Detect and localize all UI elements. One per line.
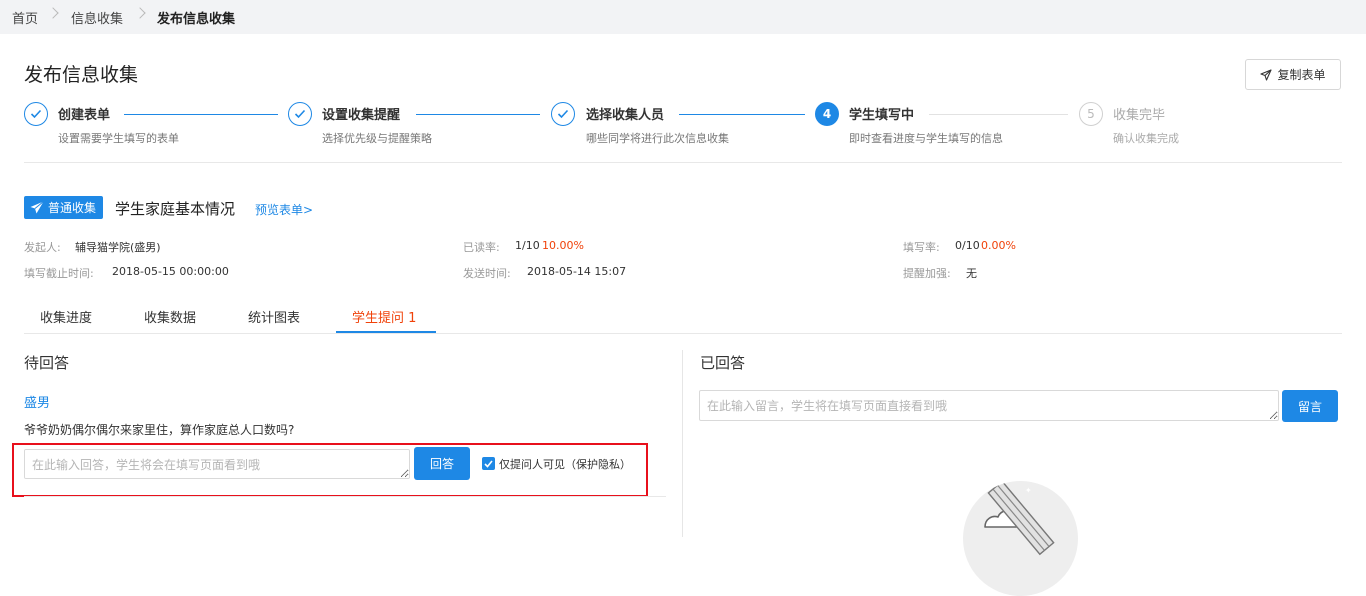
preview-form-link[interactable]: 预览表单> bbox=[255, 201, 313, 218]
fill-rate-percent: 0.00% bbox=[981, 239, 1016, 252]
step-5-title: 收集完毕 bbox=[1113, 108, 1166, 123]
pending-heading: 待回答 bbox=[24, 354, 70, 372]
initiator-value: 辅导猫学院(盛男) bbox=[75, 241, 161, 254]
highlight-box bbox=[12, 443, 648, 497]
deadline-label: 填写截止时间: bbox=[24, 267, 94, 280]
step-1-check-icon bbox=[24, 102, 48, 126]
cloud-pencil-icon: ✦ bbox=[984, 481, 1055, 556]
collect-type-badge: 普通收集 bbox=[24, 196, 104, 219]
page-title: 发布信息收集 bbox=[24, 64, 139, 86]
form-name: 学生家庭基本情况 bbox=[115, 200, 236, 218]
step-3-title: 选择收集人员 bbox=[586, 108, 665, 123]
step-connector bbox=[124, 114, 278, 115]
step-4-number: 4 bbox=[815, 102, 839, 126]
column-divider bbox=[682, 350, 683, 537]
send-time-label: 发送时间: bbox=[463, 267, 511, 280]
reminder-value: 无 bbox=[966, 267, 977, 280]
svg-text:✦: ✦ bbox=[1025, 486, 1032, 495]
read-rate-label: 已读率: bbox=[463, 241, 500, 254]
paper-plane-icon bbox=[1260, 68, 1273, 81]
step-5-number: 5 bbox=[1079, 102, 1103, 126]
breadcrumb-current: 发布信息收集 bbox=[157, 12, 236, 27]
asker-name: 盛男 bbox=[24, 396, 51, 411]
breadcrumb-info-collect[interactable]: 信息收集 bbox=[71, 8, 123, 27]
tab-charts[interactable]: 统计图表 bbox=[248, 307, 300, 326]
step-connector bbox=[929, 114, 1068, 115]
answered-heading: 已回答 bbox=[700, 354, 746, 372]
initiator-label: 发起人: bbox=[24, 241, 61, 254]
tab-data[interactable]: 收集数据 bbox=[144, 307, 196, 326]
collect-type-label: 普通收集 bbox=[48, 201, 97, 215]
reminder-label: 提醒加强: bbox=[903, 267, 951, 280]
deadline-value: 2018-05-15 00:00:00 bbox=[112, 265, 229, 278]
step-3-check-icon bbox=[551, 102, 575, 126]
message-input[interactable] bbox=[699, 390, 1279, 421]
copy-form-button[interactable]: 复制表单 bbox=[1245, 59, 1341, 90]
copy-form-label: 复制表单 bbox=[1277, 68, 1326, 82]
step-4-title: 学生填写中 bbox=[849, 108, 915, 123]
message-button[interactable]: 留言 bbox=[1282, 390, 1338, 422]
tab-student-questions[interactable]: 学生提问 1 bbox=[352, 307, 416, 326]
step-connector bbox=[679, 114, 805, 115]
step-5-desc: 确认收集完成 bbox=[1113, 132, 1179, 145]
step-2-check-icon bbox=[288, 102, 312, 126]
divider bbox=[24, 162, 1342, 163]
fill-rate-label: 填写率: bbox=[903, 241, 940, 254]
step-3-desc: 哪些同学将进行此次信息收集 bbox=[586, 132, 729, 145]
step-1-title: 创建表单 bbox=[58, 108, 111, 123]
send-time-value: 2018-05-14 15:07 bbox=[527, 265, 627, 278]
question-text: 爷爷奶奶偶尔偶尔来家里住，算作家庭总人口数吗? bbox=[24, 423, 295, 437]
tab-progress[interactable]: 收集进度 bbox=[40, 307, 92, 326]
fill-rate-count: 0/10 bbox=[955, 239, 980, 252]
paper-plane-icon bbox=[30, 201, 44, 214]
question-divider bbox=[24, 496, 666, 497]
breadcrumb-home[interactable]: 首页 bbox=[12, 8, 38, 27]
step-connector bbox=[416, 114, 540, 115]
step-2-title: 设置收集提醒 bbox=[322, 108, 401, 123]
step-4-desc: 即时查看进度与学生填写的信息 bbox=[849, 132, 1003, 145]
read-rate-count: 1/10 bbox=[515, 239, 540, 252]
step-1-desc: 设置需要学生填写的表单 bbox=[58, 132, 179, 145]
empty-state-illustration: ✦ bbox=[963, 481, 1078, 596]
read-rate-percent: 10.00% bbox=[542, 239, 584, 252]
tabs-divider bbox=[24, 333, 1342, 334]
step-2-desc: 选择优先级与提醒策略 bbox=[322, 132, 432, 145]
